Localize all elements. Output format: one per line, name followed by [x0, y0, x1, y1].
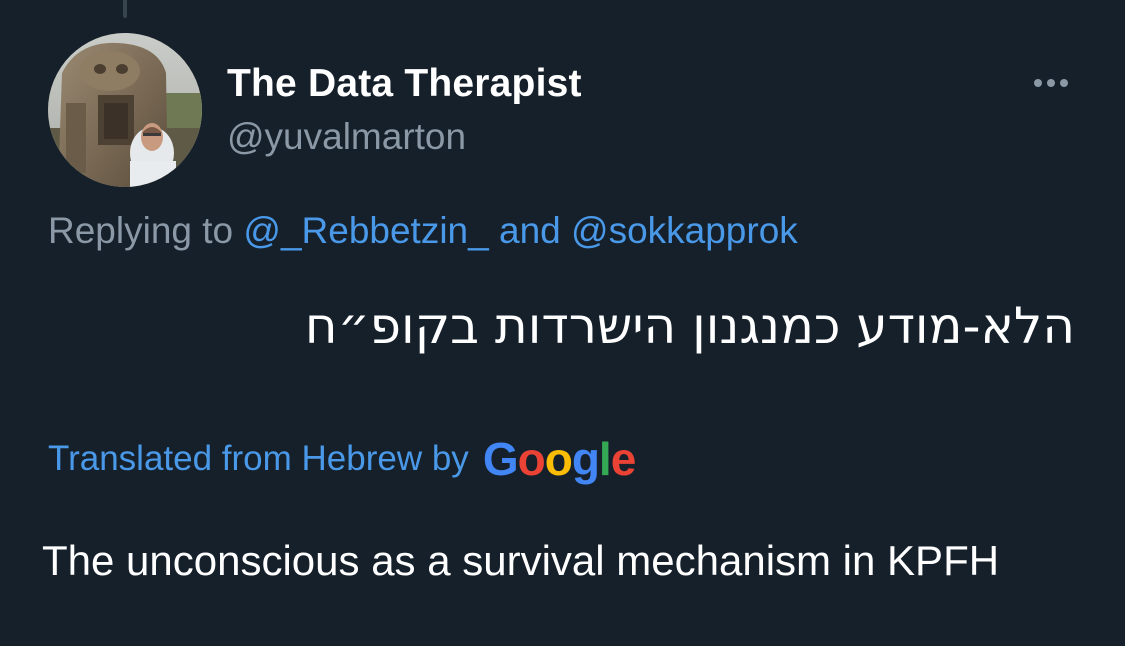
- tweet-translation-text: The unconscious as a survival mechanism …: [42, 537, 1000, 584]
- more-options-button[interactable]: [1024, 68, 1078, 98]
- translated-label: Translated from Hebrew by: [48, 439, 469, 478]
- google-logo-letter-o2: o: [544, 433, 573, 485]
- translated-by-link[interactable]: Translated from Hebrew by Google: [48, 433, 637, 485]
- google-logo: Google: [482, 433, 637, 485]
- mention-link-sokkapprok[interactable]: @sokkapprok: [571, 210, 798, 251]
- author-handle[interactable]: @yuvalmarton: [227, 116, 466, 158]
- thread-connector-line: [123, 0, 127, 18]
- tweet-text-hebrew: הלא-מודע כמנגנון הישרדות בקופ״ח: [304, 297, 1075, 355]
- replying-conjunction[interactable]: and: [489, 210, 571, 251]
- google-logo-letter-o1: o: [517, 433, 546, 485]
- avatar[interactable]: [48, 33, 202, 187]
- replying-prefix: Replying to: [48, 210, 244, 251]
- google-logo-letter-l: l: [598, 433, 612, 485]
- replying-to-line: Replying to @_Rebbetzin_ and @sokkapprok: [48, 210, 798, 252]
- author-name[interactable]: The Data Therapist: [227, 62, 582, 106]
- mention-link-rebbetzin[interactable]: @_Rebbetzin_: [243, 210, 488, 251]
- avatar-photo: [48, 33, 202, 187]
- google-logo-letter-g2: g: [571, 433, 600, 485]
- ellipsis-icon: [1034, 79, 1042, 87]
- google-logo-letter-g1: G: [482, 433, 519, 485]
- google-logo-letter-e: e: [610, 433, 637, 485]
